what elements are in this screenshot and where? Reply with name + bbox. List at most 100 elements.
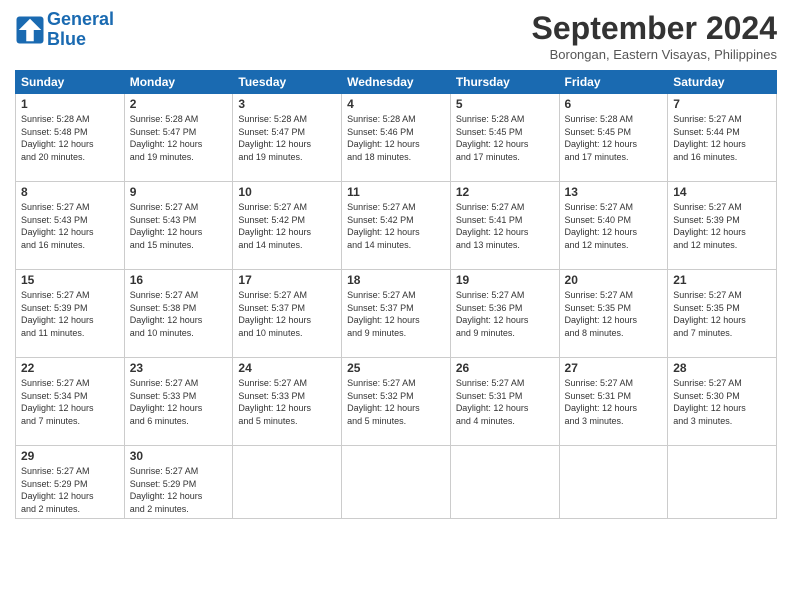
cell-line: Sunrise: 5:27 AM — [21, 289, 119, 302]
cell-content: Sunrise: 5:27 AMSunset: 5:29 PMDaylight:… — [130, 465, 228, 515]
cell-line: Sunset: 5:32 PM — [347, 390, 445, 403]
cell-line: Sunset: 5:36 PM — [456, 302, 554, 315]
cell-line: Sunrise: 5:27 AM — [238, 201, 336, 214]
cell-line: Sunrise: 5:27 AM — [130, 465, 228, 478]
table-row: 13Sunrise: 5:27 AMSunset: 5:40 PMDayligh… — [559, 182, 668, 270]
table-row: 24Sunrise: 5:27 AMSunset: 5:33 PMDayligh… — [233, 358, 342, 446]
table-row — [342, 446, 451, 519]
cell-content: Sunrise: 5:27 AMSunset: 5:37 PMDaylight:… — [238, 289, 336, 339]
cell-line: Daylight: 12 hours — [130, 314, 228, 327]
table-row: 17 Sunrise: 5:27 AMSunset: 5:37 PMDayligh… — [233, 270, 342, 358]
cell-line: Sunset: 5:37 PM — [238, 302, 336, 315]
header-tuesday: Tuesday — [233, 71, 342, 94]
title-section: September 2024 Borongan, Eastern Visayas… — [532, 10, 777, 62]
calendar-table: Sunday Monday Tuesday Wednesday Thursday… — [15, 70, 777, 519]
day-number: 6 — [565, 97, 663, 111]
cell-line: and 11 minutes. — [21, 327, 119, 340]
cell-line: Sunrise: 5:27 AM — [565, 289, 663, 302]
cell-line: Sunrise: 5:27 AM — [456, 201, 554, 214]
table-row: 22Sunrise: 5:27 AMSunset: 5:34 PMDayligh… — [16, 358, 125, 446]
cell-line: and 2 minutes. — [130, 503, 228, 516]
cell-line: and 2 minutes. — [21, 503, 119, 516]
table-row: 28Sunrise: 5:27 AMSunset: 5:30 PMDayligh… — [668, 358, 777, 446]
logo: General Blue — [15, 10, 114, 50]
cell-line: Daylight: 12 hours — [456, 226, 554, 239]
cell-line: Daylight: 12 hours — [565, 226, 663, 239]
cell-line: Daylight: 12 hours — [21, 402, 119, 415]
cell-line: and 20 minutes. — [21, 151, 119, 164]
header-monday: Monday — [124, 71, 233, 94]
cell-line: Sunrise: 5:27 AM — [565, 377, 663, 390]
header-wednesday: Wednesday — [342, 71, 451, 94]
cell-line: Daylight: 12 hours — [130, 226, 228, 239]
table-row: 27Sunrise: 5:27 AMSunset: 5:31 PMDayligh… — [559, 358, 668, 446]
cell-line: Sunset: 5:47 PM — [130, 126, 228, 139]
calendar-header-row: Sunday Monday Tuesday Wednesday Thursday… — [16, 71, 777, 94]
day-number: 26 — [456, 361, 554, 375]
table-row: 2Sunrise: 5:28 AMSunset: 5:47 PMDaylight… — [124, 94, 233, 182]
cell-line: and 7 minutes. — [21, 415, 119, 428]
table-row: 16Sunrise: 5:27 AMSunset: 5:38 PMDayligh… — [124, 270, 233, 358]
cell-line: and 10 minutes. — [238, 327, 336, 340]
day-number: 9 — [130, 185, 228, 199]
cell-content: Sunrise: 5:27 AMSunset: 5:42 PMDaylight:… — [347, 201, 445, 251]
cell-line: Sunrise: 5:28 AM — [130, 113, 228, 126]
cell-line: and 6 minutes. — [130, 415, 228, 428]
day-number: 12 — [456, 185, 554, 199]
cell-content: Sunrise: 5:27 AMSunset: 5:38 PMDaylight:… — [130, 289, 228, 339]
cell-line: Sunset: 5:30 PM — [673, 390, 771, 403]
cell-content: Sunrise: 5:28 AMSunset: 5:47 PMDaylight:… — [130, 113, 228, 163]
header-saturday: Saturday — [668, 71, 777, 94]
cell-line: and 9 minutes. — [456, 327, 554, 340]
logo-text: General Blue — [47, 10, 114, 50]
cell-line: and 3 minutes. — [565, 415, 663, 428]
day-number: 15 — [21, 273, 119, 287]
cell-line: and 14 minutes. — [238, 239, 336, 252]
cell-line: Daylight: 12 hours — [565, 402, 663, 415]
table-row: 30Sunrise: 5:27 AMSunset: 5:29 PMDayligh… — [124, 446, 233, 519]
cell-line: Daylight: 12 hours — [130, 490, 228, 503]
cell-line: Sunset: 5:31 PM — [565, 390, 663, 403]
cell-line: Sunrise: 5:27 AM — [673, 201, 771, 214]
cell-content: Sunrise: 5:27 AMSunset: 5:31 PMDaylight:… — [456, 377, 554, 427]
cell-content: Sunrise: 5:27 AMSunset: 5:29 PMDaylight:… — [21, 465, 119, 515]
logo-line2: Blue — [47, 29, 86, 49]
cell-line: Sunrise: 5:27 AM — [130, 377, 228, 390]
cell-content: Sunrise: 5:27 AMSunset: 5:35 PMDaylight:… — [673, 289, 771, 339]
cell-line: Sunset: 5:31 PM — [456, 390, 554, 403]
table-row: 26 Sunrise: 5:27 AMSunset: 5:31 PMDayligh… — [450, 358, 559, 446]
day-number: 4 — [347, 97, 445, 111]
day-number: 17 — [238, 273, 336, 287]
cell-line: Sunrise: 5:27 AM — [347, 289, 445, 302]
month-title: September 2024 — [532, 10, 777, 47]
cell-line: Sunrise: 5:27 AM — [347, 201, 445, 214]
cell-content: Sunrise: 5:27 AMSunset: 5:41 PMDaylight:… — [456, 201, 554, 251]
cell-line: Daylight: 12 hours — [130, 138, 228, 151]
cell-line: Daylight: 12 hours — [21, 490, 119, 503]
cell-line: and 5 minutes. — [238, 415, 336, 428]
cell-line: Sunset: 5:45 PM — [565, 126, 663, 139]
cell-line: and 19 minutes. — [130, 151, 228, 164]
table-row — [450, 446, 559, 519]
cell-line: Sunrise: 5:27 AM — [673, 377, 771, 390]
day-number: 25 — [347, 361, 445, 375]
cell-line: and 17 minutes. — [565, 151, 663, 164]
cell-content: Sunrise: 5:27 AMSunset: 5:31 PMDaylight:… — [565, 377, 663, 427]
cell-line: and 15 minutes. — [130, 239, 228, 252]
logo-icon — [15, 15, 45, 45]
cell-line: Sunset: 5:42 PM — [238, 214, 336, 227]
calendar-row-3: 15Sunrise: 5:27 AMSunset: 5:39 PMDayligh… — [16, 270, 777, 358]
day-number: 1 — [21, 97, 119, 111]
cell-line: Sunrise: 5:27 AM — [673, 113, 771, 126]
cell-line: Daylight: 12 hours — [347, 226, 445, 239]
cell-line: Daylight: 12 hours — [238, 402, 336, 415]
day-number: 18 — [347, 273, 445, 287]
day-number: 20 — [565, 273, 663, 287]
cell-line: Daylight: 12 hours — [130, 402, 228, 415]
header-thursday: Thursday — [450, 71, 559, 94]
cell-line: Sunset: 5:37 PM — [347, 302, 445, 315]
day-number: 22 — [21, 361, 119, 375]
calendar-row-1: 1Sunrise: 5:28 AMSunset: 5:48 PMDaylight… — [16, 94, 777, 182]
cell-line: and 4 minutes. — [456, 415, 554, 428]
cell-line: Sunset: 5:39 PM — [21, 302, 119, 315]
